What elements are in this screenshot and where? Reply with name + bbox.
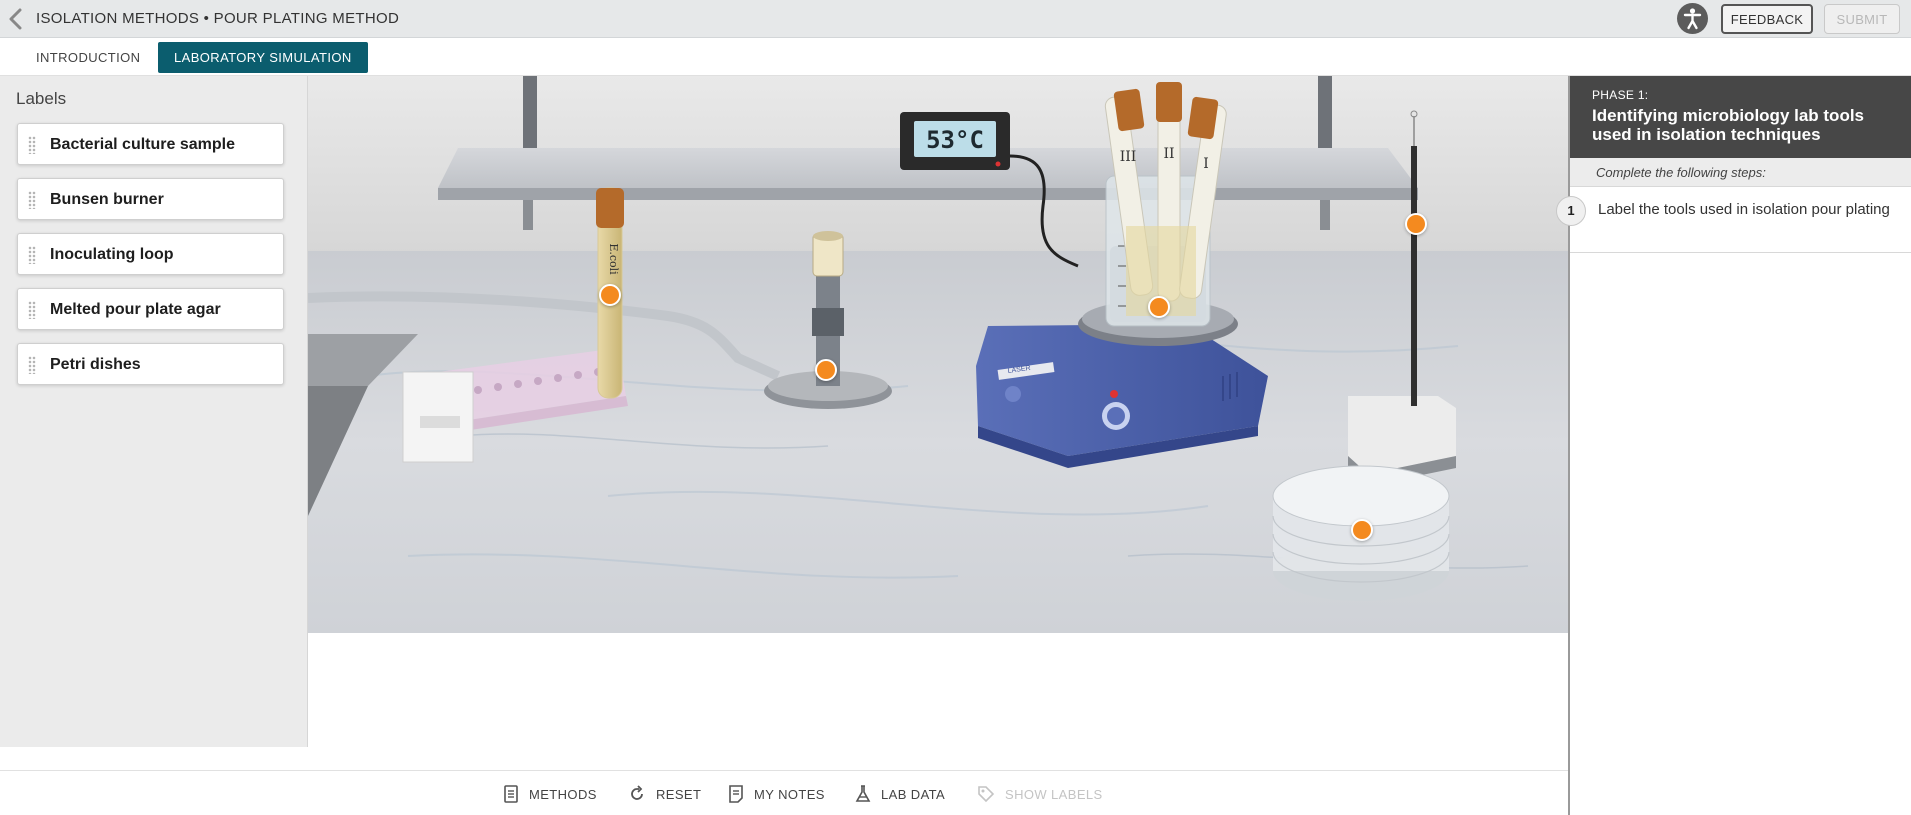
lab-data-button[interactable]: LAB DATA: [855, 784, 945, 804]
lab-scene-illustration: E.coli 53°C LASER III II I: [308, 76, 1568, 633]
scene-empty-area: [308, 633, 1568, 770]
lab-data-label: LAB DATA: [881, 786, 946, 802]
label-text: Bunsen burner: [50, 191, 164, 208]
label-text: Bacterial culture sample: [50, 136, 235, 153]
hotspot-inoculating-loop[interactable]: [1405, 213, 1427, 235]
reset-button[interactable]: RESET: [628, 784, 701, 804]
labels-panel: Labels Bacterial culture sample Bunsen b…: [0, 76, 308, 747]
submit-button[interactable]: SUBMIT: [1824, 4, 1900, 34]
feedback-button[interactable]: FEEDBACK: [1721, 4, 1813, 34]
drag-handle-icon[interactable]: [28, 356, 36, 374]
step-text: Label the tools used in isolation pour p…: [1598, 201, 1890, 218]
hotspot-bacterial-culture-sample[interactable]: [599, 284, 621, 306]
tube-label: E.coli: [607, 243, 620, 275]
labels-heading: Labels: [16, 89, 67, 108]
back-arrow-icon[interactable]: [6, 8, 26, 30]
tube-mark-ii: II: [1163, 146, 1174, 162]
methods-button[interactable]: METHODS: [503, 784, 597, 804]
phase-header: PHASE 1: Identifying microbiology lab to…: [1570, 76, 1911, 158]
label-card-melted-pour-plate-agar[interactable]: Melted pour plate agar: [17, 288, 284, 330]
phase-label: PHASE 1:: [1592, 88, 1649, 102]
label-text: Inoculating loop: [50, 246, 174, 263]
label-card-petri-dishes[interactable]: Petri dishes: [17, 343, 284, 385]
step-item: 1 Label the tools used in isolation pour…: [1556, 187, 1911, 253]
tab-bar: INTRODUCTION LABORATORY SIMULATION: [0, 39, 1911, 76]
steps-intro-bar: Complete the following steps:: [1570, 158, 1911, 187]
show-labels-button[interactable]: SHOW LABELS: [977, 784, 1103, 804]
show-labels-label: SHOW LABELS: [1005, 786, 1103, 802]
drag-handle-icon[interactable]: [28, 191, 36, 209]
methods-label: METHODS: [529, 786, 597, 802]
label-card-bunsen-burner[interactable]: Bunsen burner: [17, 178, 284, 220]
methods-icon: [504, 785, 518, 803]
tag-icon: [978, 786, 995, 803]
flask-icon: [855, 785, 871, 802]
notes-icon: [729, 785, 743, 803]
hotspot-melted-agar[interactable]: [1148, 296, 1170, 318]
phase-title: Identifying microbiology lab tools used …: [1592, 106, 1865, 144]
tube-mark-i: I: [1203, 156, 1209, 172]
drag-handle-icon[interactable]: [28, 136, 36, 154]
tab-laboratory-simulation[interactable]: LABORATORY SIMULATION: [158, 42, 368, 73]
label-text: Petri dishes: [50, 356, 141, 373]
bottom-toolbar: METHODS RESET MY NOTES LAB DATA SHOW LAB…: [0, 770, 1568, 815]
steps-intro: Complete the following steps:: [1596, 165, 1766, 180]
accessibility-icon[interactable]: [1677, 3, 1708, 34]
label-card-bacterial-culture-sample[interactable]: Bacterial culture sample: [17, 123, 284, 165]
lab-scene: E.coli 53°C LASER III II I: [308, 76, 1568, 633]
reset-label: RESET: [656, 786, 702, 802]
tube-mark-iii: III: [1120, 149, 1137, 165]
my-notes-label: MY NOTES: [754, 786, 825, 802]
my-notes-button[interactable]: MY NOTES: [728, 784, 825, 804]
drag-handle-icon[interactable]: [28, 301, 36, 319]
app-header: ISOLATION METHODS • POUR PLATING METHOD …: [0, 0, 1911, 38]
drag-handle-icon[interactable]: [28, 246, 36, 264]
thermometer-reading: 53°C: [926, 126, 984, 154]
tab-introduction[interactable]: INTRODUCTION: [20, 42, 156, 73]
page-title: ISOLATION METHODS • POUR PLATING METHOD: [36, 10, 400, 27]
instructions-panel: PHASE 1: Identifying microbiology lab to…: [1556, 76, 1911, 815]
hotspot-bunsen-burner[interactable]: [815, 359, 837, 381]
reset-icon: [631, 785, 643, 800]
hotspot-petri-dishes[interactable]: [1351, 519, 1373, 541]
label-card-inoculating-loop[interactable]: Inoculating loop: [17, 233, 284, 275]
label-text: Melted pour plate agar: [50, 301, 221, 318]
step-number-badge: 1: [1556, 196, 1586, 226]
